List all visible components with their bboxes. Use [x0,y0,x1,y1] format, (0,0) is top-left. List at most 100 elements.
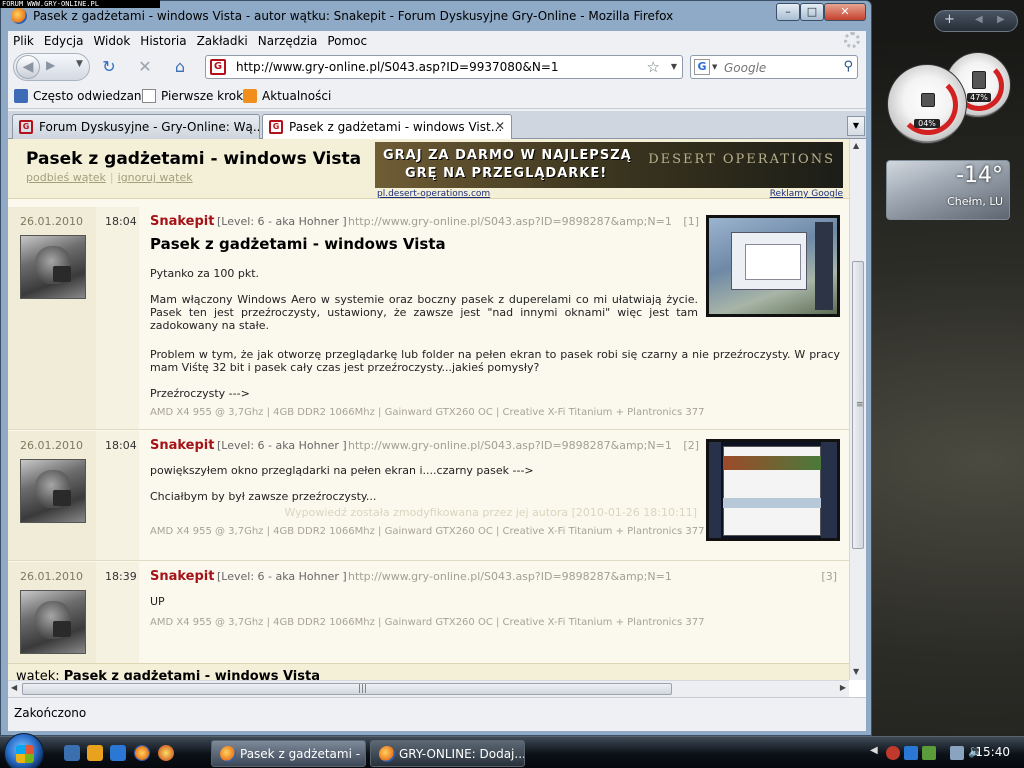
scroll-down-icon[interactable]: ▼ [853,667,859,676]
bump-thread-link[interactable]: podbieś wątek [26,171,106,184]
vertical-scroll-thumb[interactable]: ≡ [852,261,864,549]
start-button[interactable] [4,733,44,768]
taskbar-item-pasek[interactable]: Pasek z gadżetami - ... [211,740,366,767]
post-author[interactable]: Snakepit [150,214,214,229]
ad-url-link[interactable]: pl.desert-operations.com [377,189,490,199]
post-author[interactable]: Snakepit [150,438,214,453]
url-bar[interactable]: G http://www.gry-online.pl/S043.asp?ID=9… [205,55,683,79]
screenshot-thumbnail[interactable] [706,439,840,541]
ad-banner[interactable]: GRAJ ZA DARMO W NAJLEPSZĄ GRĘ NA PRZEGLĄ… [375,142,843,188]
url-dropdown-icon[interactable]: ▼ [671,62,677,71]
previous-gadget-icon[interactable]: ◀ [975,14,983,25]
bc-app-icon[interactable] [110,745,126,761]
google-ads-link[interactable]: Reklamy Google [770,189,843,199]
tab-favicon-icon: G [269,120,283,134]
menu-widok[interactable]: Widok [88,31,135,51]
tab-forum[interactable]: G Forum Dyskusyjne - Gry-Online: Wą... [12,114,260,139]
firefox-quicklaunch-icon[interactable] [134,745,150,761]
status-bar: Zakończono [8,697,866,731]
user-level: [Level: 6 - aka Hohner ] [217,570,347,583]
tab-close-icon[interactable]: ✕ [495,119,505,133]
menu-edycja[interactable]: Edycja [39,31,89,51]
smart-bookmark-icon [14,89,28,103]
post-signature: AMD X4 955 @ 3,7Ghz | 4GB DDR2 1066Mhz |… [150,407,705,418]
post-link[interactable]: http://www.gry-online.pl/S043.asp?ID=989… [348,570,672,583]
back-forward-group: ◀ ▶ ▼ [13,53,90,81]
horizontal-scrollbar[interactable]: ◀ ||| ▶ [8,680,849,697]
tray-bc-icon[interactable] [904,746,918,760]
bookmark-star-icon[interactable]: ☆ [647,58,660,76]
next-gadget-icon[interactable]: ▶ [997,14,1005,25]
taskbar-item-gry-online[interactable]: GRY-ONLINE: Dodaj... [370,740,525,767]
firefox-icon [379,746,395,762]
avatar[interactable] [20,235,86,299]
post-number: [2] [683,439,699,452]
post-heading: Pasek z gadżetami - windows Vista [150,235,446,253]
ignore-thread-link[interactable]: ignoruj wątek [118,171,193,184]
throbber-icon [844,32,860,48]
menu-plik[interactable]: Plik [8,31,39,51]
window-title: Pasek z gadżetami - windows Vista - auto… [33,9,674,23]
media-player-icon[interactable] [87,745,103,761]
cpu-meter-gadget[interactable]: 47% 04% [885,52,1017,144]
minimize-button[interactable]: – [776,3,800,21]
close-button[interactable]: ✕ [824,3,866,21]
maximize-button[interactable]: □ [800,3,824,21]
bookmarks-toolbar: Często odwiedzane Pierwsze kroki Aktualn… [8,83,866,109]
forum-page: Pasek z gadżetami - windows Vista podbie… [8,139,849,697]
post-date: 26.01.2010 [20,439,83,452]
menu-pomoc[interactable]: Pomoc [322,31,372,51]
post-time: 18:39 [105,570,137,583]
post-link[interactable]: http://www.gry-online.pl/S043.asp?ID=989… [348,439,672,452]
stop-icon[interactable]: ✕ [135,57,155,77]
menu-bar: Plik Edycja Widok Historia Zakładki Narz… [8,31,866,51]
search-icon[interactable]: ⚲ [843,59,853,74]
menu-historia[interactable]: Historia [135,31,191,51]
engine-dropdown-icon[interactable]: ▼ [712,63,717,71]
home-icon[interactable]: ⌂ [170,57,190,77]
google-engine-icon[interactable]: G [694,59,710,75]
tab-pasek[interactable]: G Pasek z gadżetami - windows Vist... ✕ [262,114,512,140]
show-desktop-icon[interactable] [64,745,80,761]
desert-operations-logo: DESERT OPERATIONS [648,152,835,167]
horizontal-scroll-thumb[interactable]: ||| [22,683,672,695]
scroll-right-icon[interactable]: ▶ [840,683,846,692]
post-author[interactable]: Snakepit [150,569,214,584]
url-text[interactable]: http://www.gry-online.pl/S043.asp?ID=993… [236,60,559,74]
history-dropdown-icon[interactable]: ▼ [76,59,83,69]
tray-expand-icon[interactable]: ◀ [870,745,884,759]
avatar[interactable] [20,590,86,654]
forum-post-1: 26.01.2010 18:04 Snakepit [Level: 6 - ak… [8,207,849,430]
weather-gadget[interactable]: -14° Chełm, LU [886,160,1010,220]
site-favicon-icon: G [210,59,226,75]
user-level: [Level: 6 - aka Hohner ] [217,215,347,228]
scroll-up-icon[interactable]: ▲ [853,141,859,150]
menu-zakladki[interactable]: Zakładki [192,31,253,51]
post-link[interactable]: http://www.gry-online.pl/S043.asp?ID=989… [348,215,672,228]
bookmark-aktualnosci[interactable]: Aktualności [243,89,331,103]
scroll-left-icon[interactable]: ◀ [11,683,17,692]
menu-narzedzia[interactable]: Narzędzia [253,31,323,51]
post-time: 18:04 [105,215,137,228]
post-date: 26.01.2010 [20,215,83,228]
add-gadget-icon[interactable]: + [944,12,955,27]
tray-app-icon[interactable] [886,746,900,760]
bookmark-pierwsze-kroki[interactable]: Pierwsze kroki [142,89,246,103]
search-input[interactable] [724,59,834,76]
screenshot-thumbnail[interactable] [706,215,840,317]
tab-list-button[interactable]: ▼ [847,116,865,136]
avatar[interactable] [20,459,86,523]
forward-button[interactable]: ▶ [46,58,55,72]
app-quicklaunch-icon[interactable] [158,745,174,761]
thread-title: Pasek z gadżetami - windows Vista [26,149,362,169]
temperature: -14° [956,163,1003,188]
reload-icon[interactable]: ↻ [99,57,119,77]
page-icon [142,89,156,103]
clock[interactable]: 15:40 [975,745,1010,759]
tray-monitor-icon[interactable] [950,746,964,760]
tray-network-icon[interactable] [922,746,936,760]
weather-location: Chełm, LU [947,195,1003,208]
bookmark-czesto[interactable]: Często odwiedzane [14,89,149,103]
back-button[interactable]: ◀ [16,55,40,79]
vertical-scrollbar[interactable]: ▲ ≡ ▼ [849,139,866,680]
